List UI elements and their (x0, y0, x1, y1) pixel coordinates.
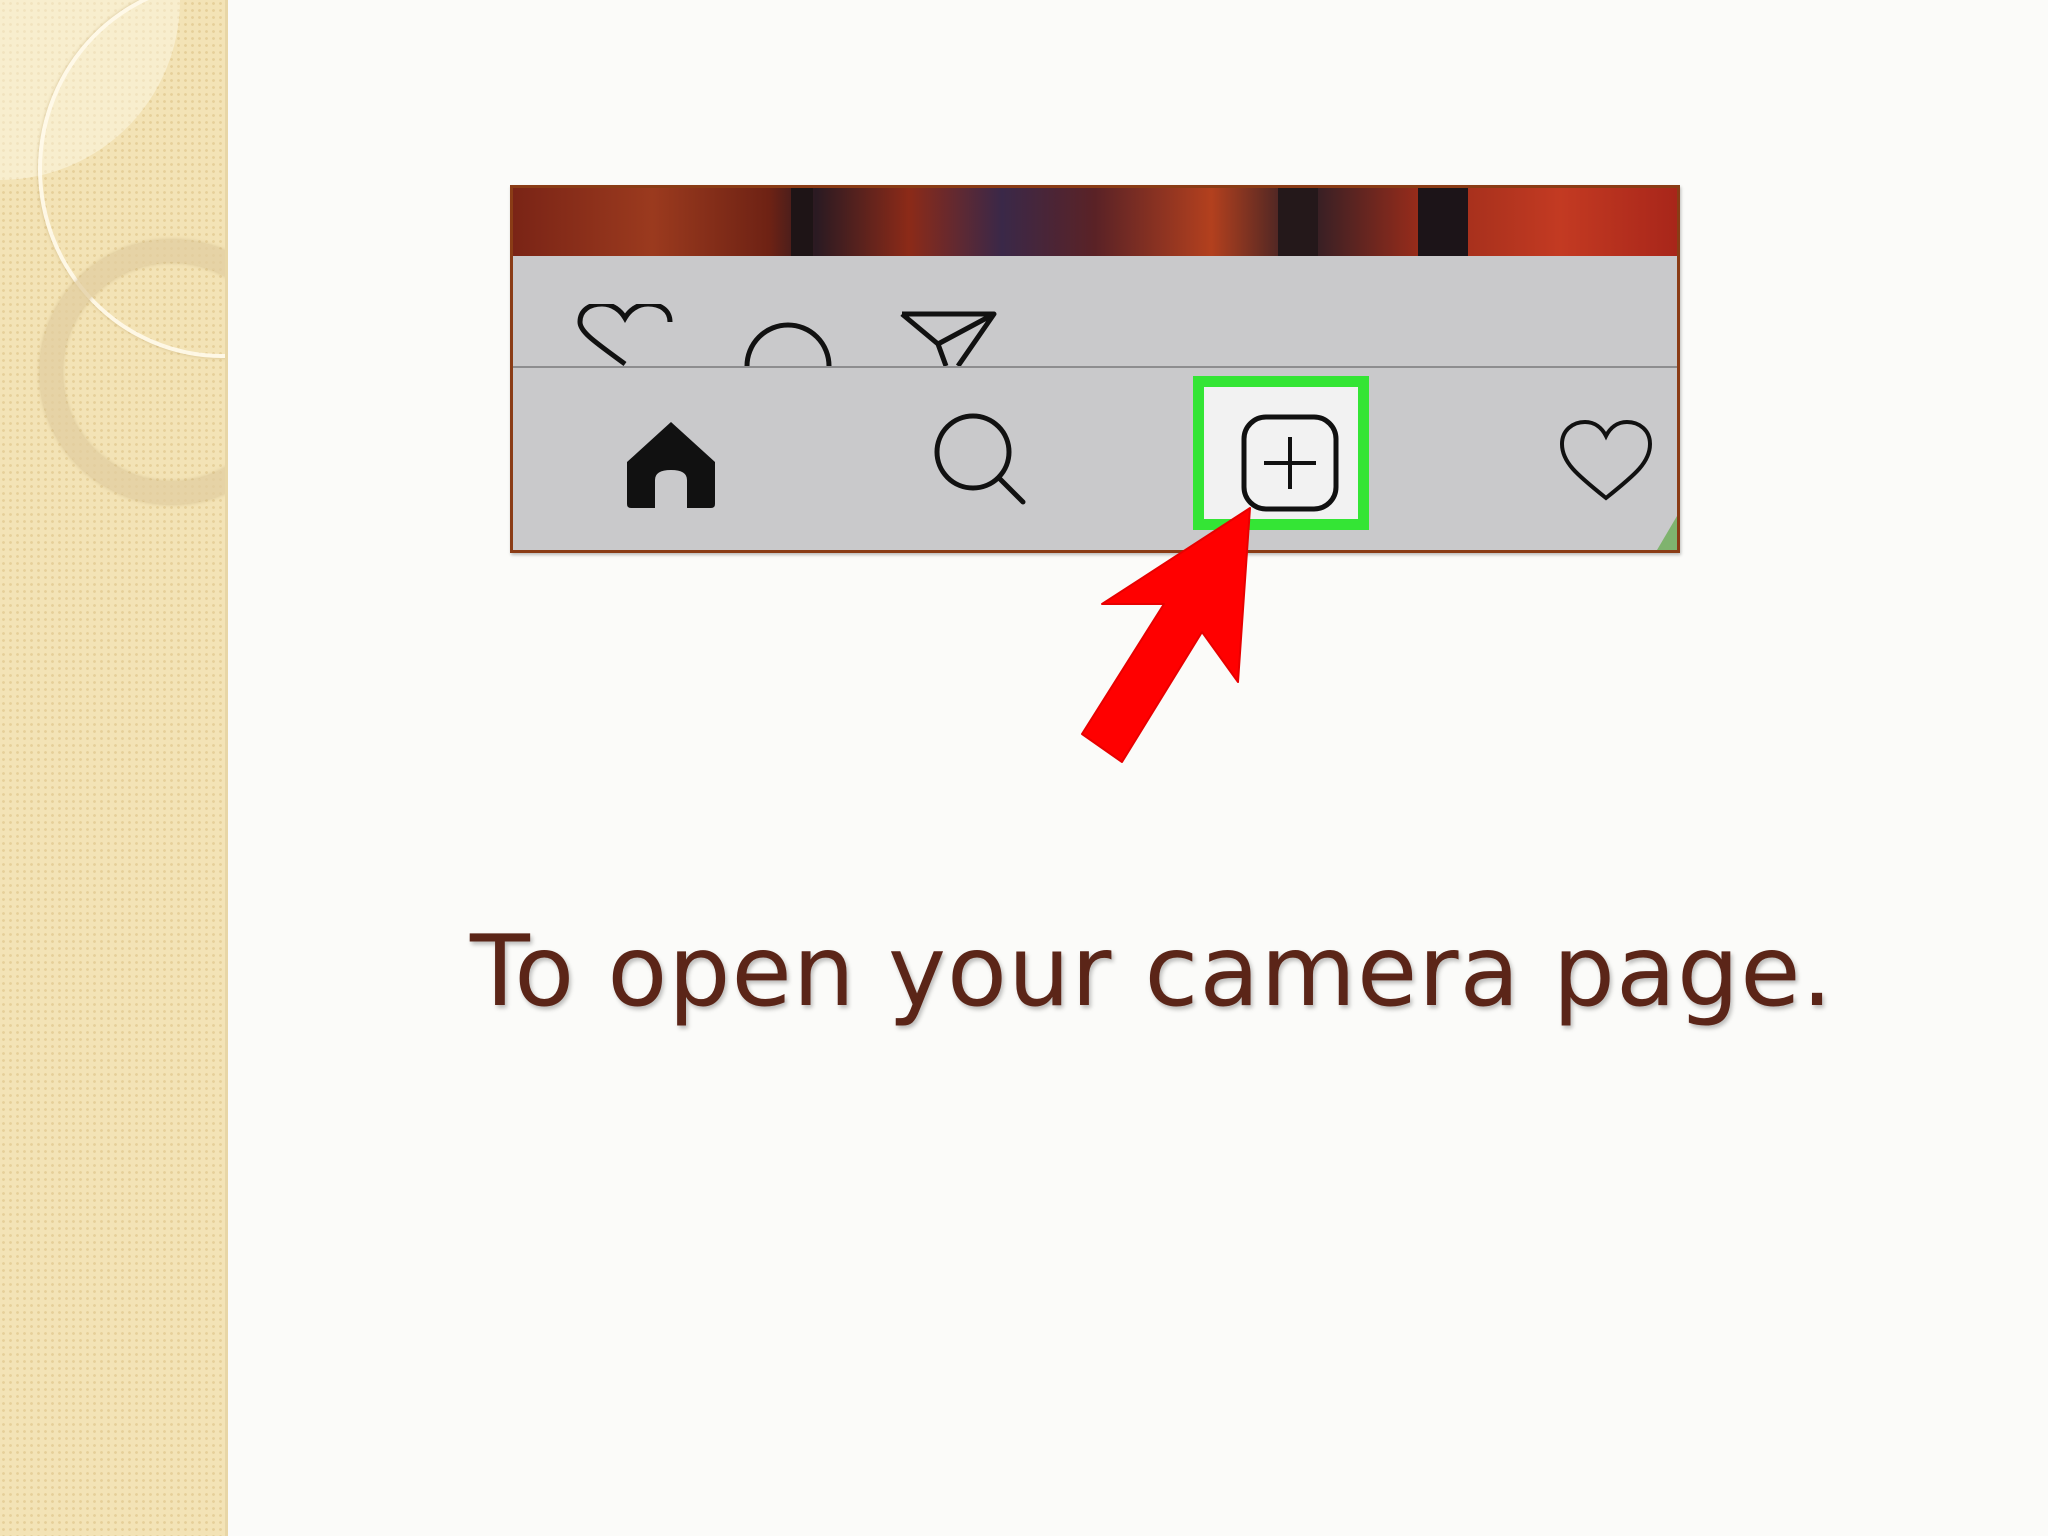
slide-caption: To open your camera page. (470, 915, 1834, 1029)
photo-detail (1418, 188, 1468, 256)
decorative-side-band (0, 0, 228, 1536)
post-action-row (513, 256, 1677, 368)
new-post-icon[interactable] (1240, 413, 1340, 513)
side-band-edge (225, 0, 228, 1536)
slide: To open your camera page. (0, 0, 2048, 1536)
decorative-ring-medium (40, 240, 228, 504)
photo-detail (791, 188, 813, 256)
pointer-arrow-icon (1081, 507, 1251, 763)
instagram-screenshot (510, 185, 1680, 553)
share-icon[interactable] (898, 308, 998, 366)
search-icon[interactable] (933, 412, 1029, 508)
activity-heart-icon[interactable] (1558, 418, 1654, 502)
home-icon[interactable] (623, 418, 719, 510)
photo-corner-detail (1657, 516, 1677, 550)
post-photo-strip (513, 188, 1677, 256)
photo-detail (1278, 188, 1318, 256)
heart-icon[interactable] (575, 304, 675, 366)
comment-icon[interactable] (743, 304, 833, 366)
